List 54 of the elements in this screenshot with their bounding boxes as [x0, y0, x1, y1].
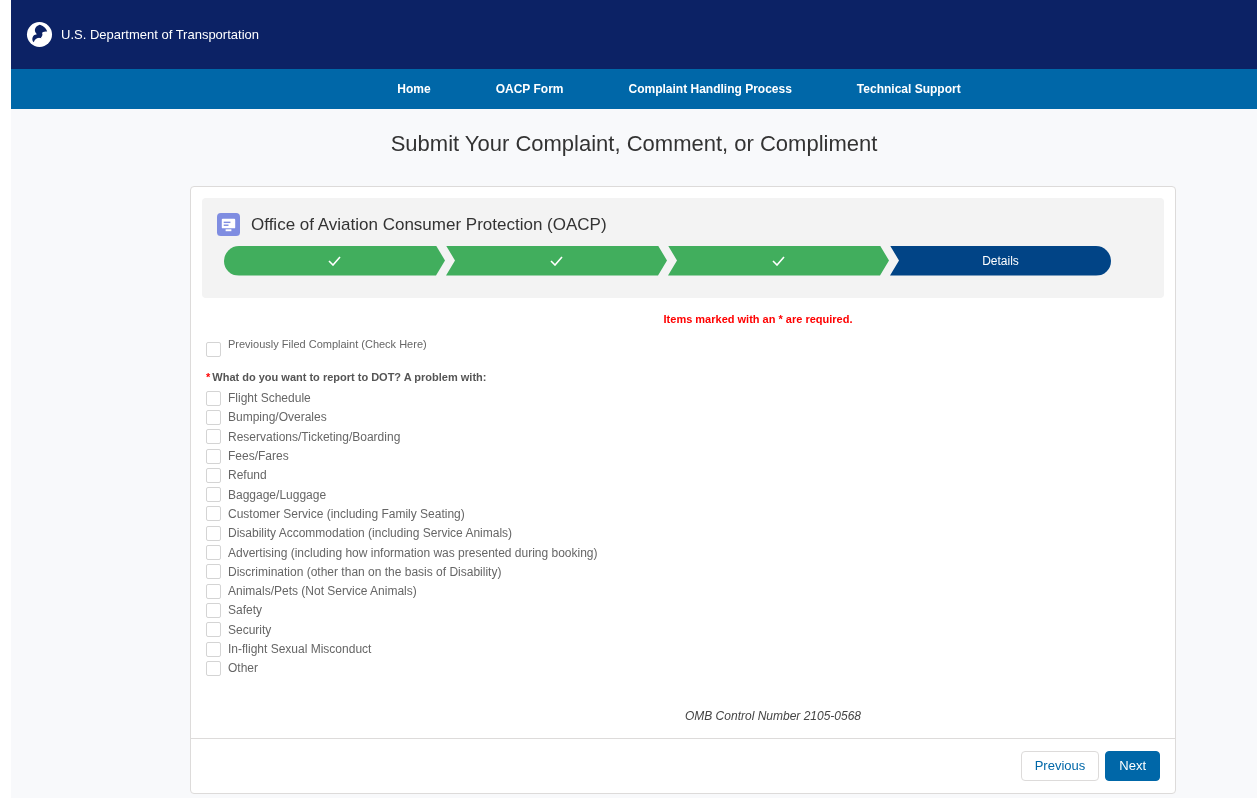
form-icon: [217, 213, 240, 237]
checkbox[interactable]: [206, 564, 221, 580]
checkbox[interactable]: [206, 342, 221, 357]
checkbox[interactable]: [206, 660, 221, 676]
checkbox[interactable]: [206, 525, 221, 541]
checkbox[interactable]: [206, 448, 221, 464]
checkbox-label: Baggage/Luggage: [228, 486, 327, 504]
nav-link[interactable]: Technical Support: [856, 80, 961, 98]
question-label: What do you want to report to DOT? A problem with:: [212, 370, 487, 385]
checkbox-label: In-flight Sexual Misconduct: [228, 641, 372, 658]
checkbox-label: Other: [228, 660, 258, 678]
checkbox-label: Refund: [228, 467, 267, 485]
nav-link[interactable]: Complaint Handling Process: [628, 80, 792, 98]
check-icon: [550, 255, 563, 266]
checkbox[interactable]: [206, 487, 221, 503]
previous-button[interactable]: Previous: [1020, 750, 1100, 781]
checkbox-label: Reservations/Ticketing/Boarding: [228, 428, 401, 446]
card-title: Office of Aviation Consumer Protection (OACP): [251, 214, 607, 236]
checkbox[interactable]: [206, 641, 221, 657]
progress-step[interactable]: Details: [890, 245, 1111, 276]
checkbox-label: Animals/Pets (Not Service Animals): [228, 583, 417, 601]
checkbox[interactable]: [206, 583, 221, 599]
check-icon: [772, 255, 785, 266]
checkbox[interactable]: [206, 429, 221, 445]
checkbox[interactable]: [206, 467, 221, 483]
checkbox-label: Safety: [228, 602, 263, 620]
checkbox[interactable]: [206, 545, 221, 560]
required-marker: *: [206, 370, 211, 385]
required-note: Items marked with an * are required.: [662, 311, 854, 327]
checkbox-label: Flight Schedule: [228, 390, 311, 408]
checkbox-label: Fees/Fares: [228, 448, 289, 466]
nav-link[interactable]: Home: [397, 80, 431, 98]
progress-step[interactable]: [446, 245, 667, 276]
checkbox-label: Previously Filed Complaint (Check Here): [228, 337, 427, 352]
progress-step[interactable]: [668, 245, 889, 276]
checkbox[interactable]: [206, 390, 221, 406]
checkbox[interactable]: [206, 622, 221, 638]
checkbox-label: Customer Service (including Family Seating): [228, 505, 465, 523]
agency-name: U.S. Department of Transportation: [61, 25, 259, 44]
omb-control-number: OMB Control Number 2105-0568: [683, 707, 863, 725]
nav-link[interactable]: OACP Form: [495, 80, 564, 98]
progress-step[interactable]: [224, 245, 445, 276]
checkbox-label: Advertising (including how information was presented during booking): [228, 544, 598, 562]
logo-icon: [26, 21, 53, 48]
page-title: Submit Your Complaint, Comment, or Compliment: [389, 130, 879, 158]
check-icon: [328, 255, 341, 266]
checkbox[interactable]: [206, 602, 221, 618]
checkbox-label: Security: [228, 621, 272, 639]
checkbox-label: Discrimination (other than on the basis of Disability): [228, 563, 502, 581]
checkbox-label: Bumping/Overales: [228, 409, 327, 427]
checkbox[interactable]: [206, 409, 221, 425]
checkbox-label: Disability Accommodation (including Service Animals): [228, 525, 513, 543]
next-button[interactable]: Next: [1105, 750, 1160, 781]
checkbox[interactable]: [206, 506, 221, 522]
